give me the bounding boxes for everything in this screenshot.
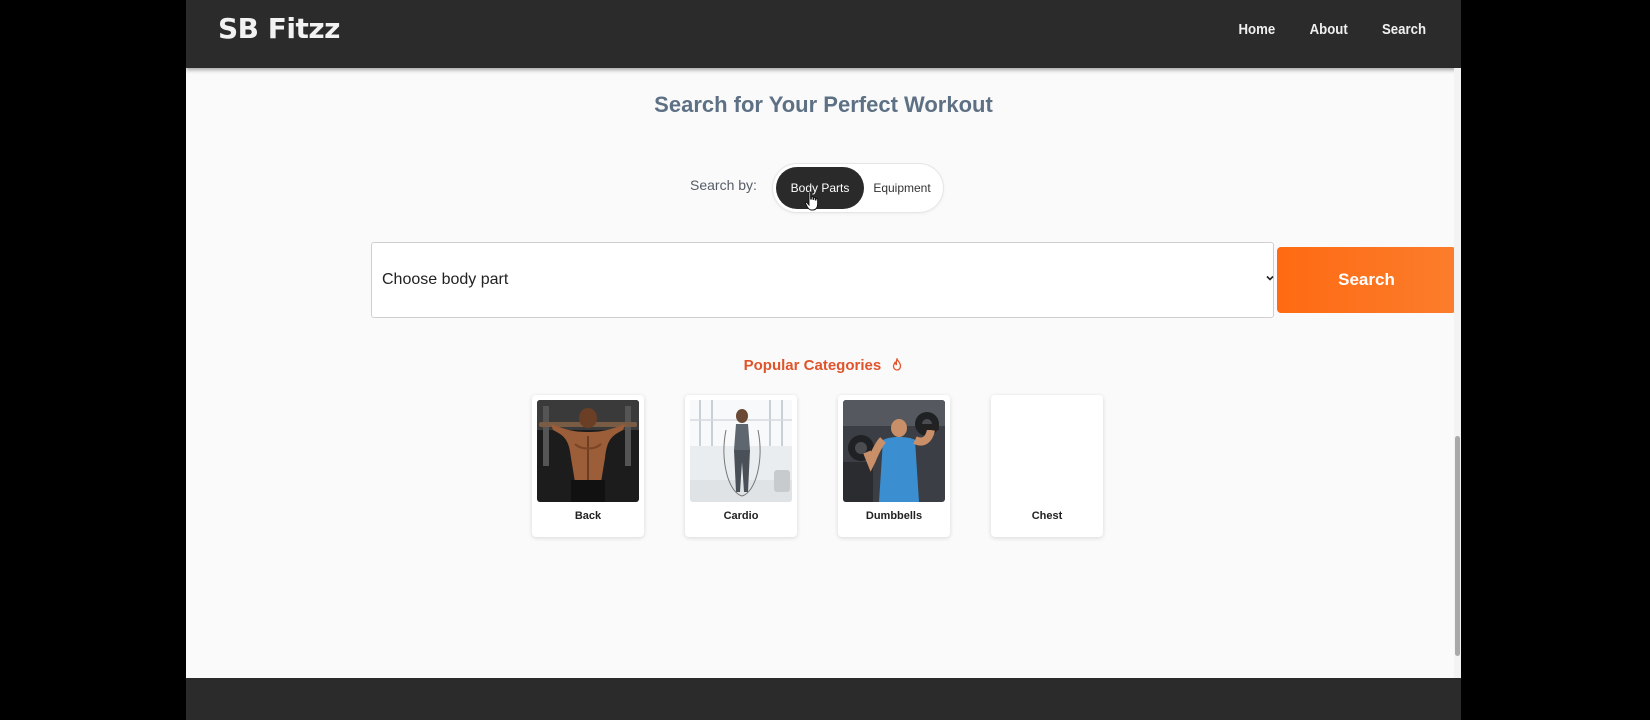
category-label-chest: Chest: [1031, 510, 1063, 522]
search-by-label: Search by:: [690, 177, 757, 193]
category-image-chest: [996, 400, 1098, 502]
body-part-search-form: Choose body part Search: [371, 242, 1456, 318]
nav-link-home[interactable]: Home: [1238, 21, 1275, 38]
browser-viewport: SB Fitzz Home About Search Search for Yo…: [186, 0, 1461, 720]
scrollbar-thumb[interactable]: [1455, 436, 1460, 656]
page-title: Search for Your Perfect Workout: [654, 92, 993, 117]
category-label-cardio: Cardio: [723, 510, 759, 522]
chevron-down-icon[interactable]: [1265, 273, 1275, 283]
category-image-cardio: [690, 400, 792, 502]
popular-categories-label: Popular Categories: [743, 357, 882, 374]
category-card-cardio[interactable]: Cardio: [685, 395, 797, 537]
body-part-select[interactable]: Choose body part: [382, 271, 508, 289]
nav-links: Home About Search: [1236, 21, 1429, 38]
page-scrollbar[interactable]: [1454, 68, 1461, 678]
search-mode-toggle: Body Parts Equipment: [773, 164, 943, 212]
category-label-back: Back: [574, 510, 602, 522]
category-card-back[interactable]: Back: [532, 395, 644, 537]
nav-link-search[interactable]: Search: [1382, 21, 1426, 38]
footer: [186, 678, 1461, 720]
category-card-chest[interactable]: Chest: [991, 395, 1103, 537]
nav-link-about[interactable]: About: [1309, 21, 1347, 38]
search-button[interactable]: Search: [1277, 247, 1456, 313]
popular-categories-heading: Popular Categories: [186, 357, 1461, 374]
hand-pointer-icon: [805, 191, 819, 211]
fire-icon: [893, 358, 902, 371]
category-image-back: [537, 400, 639, 502]
category-label-dumbbells: Dumbbells: [865, 510, 923, 522]
category-card-dumbbells[interactable]: Dumbbells: [838, 395, 950, 537]
toggle-body-parts[interactable]: Body Parts: [776, 167, 864, 209]
category-image-dumbbells: [843, 400, 945, 502]
brand-logo[interactable]: SB Fitzz: [218, 12, 340, 45]
navbar: SB Fitzz Home About Search: [186, 0, 1461, 68]
toggle-equipment[interactable]: Equipment: [864, 167, 940, 209]
